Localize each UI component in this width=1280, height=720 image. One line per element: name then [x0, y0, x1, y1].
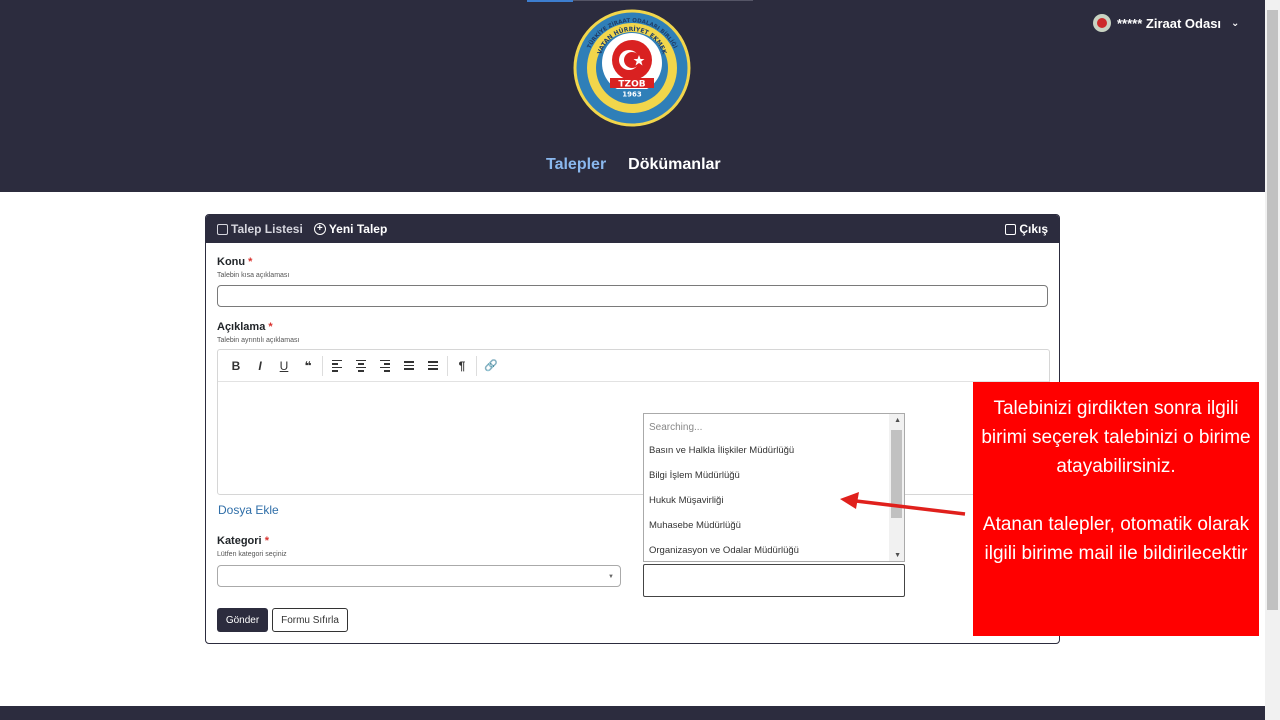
user-avatar	[1093, 14, 1111, 32]
attach-file-link[interactable]: Dosya Ekle	[218, 503, 279, 517]
list-item[interactable]: Basın ve Halkla İlişkiler Müdürlüğü	[644, 438, 890, 463]
required-mark: *	[248, 256, 253, 268]
description-hint: Talebin ayrıntılı açıklaması	[217, 337, 300, 344]
logo-year: 1963	[622, 91, 642, 99]
numbered-list-icon	[428, 361, 438, 370]
list-item[interactable]: Organizasyon ve Odalar Müdürlüğü	[644, 538, 890, 563]
description-label-text: Açıklama	[217, 321, 266, 333]
arrow-left-icon	[840, 492, 966, 516]
new-request-label: Yeni Talep	[328, 222, 388, 236]
required-mark: *	[264, 535, 269, 547]
align-left-icon	[332, 359, 342, 372]
align-right-button[interactable]	[373, 355, 397, 377]
subject-input[interactable]	[217, 285, 1048, 307]
caret-down-icon: ▼	[608, 574, 614, 580]
align-left-button[interactable]	[325, 355, 349, 377]
logout-link[interactable]: Çıkış	[1005, 222, 1048, 236]
align-center-button[interactable]	[349, 355, 373, 377]
request-form-card: Talep Listesi + Yeni Talep Çıkış Konu * …	[205, 214, 1060, 644]
description-label: Açıklama *	[217, 321, 273, 333]
rich-text-editor: B I U ❝ ¶ 🔗	[217, 349, 1050, 495]
chevron-down-icon: ⌄	[1231, 17, 1240, 29]
submit-button[interactable]: Gönder	[217, 608, 268, 632]
logo-code: TZOB	[618, 80, 645, 90]
plus-circle-icon: +	[313, 223, 326, 235]
subject-label-text: Konu	[217, 256, 246, 268]
bullet-list-icon	[404, 361, 414, 370]
instruction-callout: Talebinizi girdikten sonra ilgili birimi…	[973, 382, 1259, 636]
align-center-icon	[356, 359, 366, 372]
category-select[interactable]: ▼	[217, 565, 621, 587]
callout-text-1: Talebinizi girdikten sonra ilgili birimi…	[981, 398, 1251, 477]
tab-documents[interactable]: Dökümanlar	[628, 156, 720, 174]
paragraph-button[interactable]: ¶	[450, 355, 474, 377]
category-label: Kategori *	[217, 535, 269, 547]
card-header: Talep Listesi + Yeni Talep Çıkış	[206, 215, 1059, 243]
page-scroll-thumb[interactable]	[1267, 10, 1278, 610]
editor-toolbar: B I U ❝ ¶ 🔗	[218, 350, 1049, 382]
user-name: ***** Ziraat Odası	[1117, 15, 1222, 31]
italic-button[interactable]: I	[248, 355, 272, 377]
unit-search-input[interactable]: Searching...	[649, 422, 702, 433]
logout-icon	[1005, 223, 1017, 235]
align-right-icon	[380, 359, 390, 372]
site-footer	[0, 706, 1265, 720]
scroll-down-icon[interactable]: ▼	[894, 552, 901, 559]
logout-label: Çıkış	[1019, 222, 1048, 236]
underline-button[interactable]: U	[272, 355, 296, 377]
main-nav: Talepler Dökümanlar	[546, 156, 721, 174]
scroll-up-icon[interactable]: ▲	[894, 417, 901, 424]
list-icon	[217, 223, 228, 235]
callout-text-2: Atanan talepler, otomatik olarak ilgili …	[982, 514, 1250, 564]
numbered-list-button[interactable]	[421, 355, 445, 377]
user-menu[interactable]: ***** Ziraat Odası ⌄	[1093, 13, 1239, 33]
new-request-link[interactable]: + Yeni Talep	[313, 222, 388, 236]
subject-hint: Talebin kısa açıklaması	[217, 272, 290, 279]
required-mark: *	[268, 321, 273, 333]
quote-button[interactable]: ❝	[296, 355, 320, 377]
request-list-label: Talep Listesi	[231, 222, 303, 236]
tzob-logo[interactable]: TZOB 1963 TÜRKİYE ZİRAAT ODALARI BİRLİĞİ…	[572, 8, 692, 128]
subject-label: Konu *	[217, 256, 252, 268]
header-accent-bar	[527, 0, 573, 2]
category-label-text: Kategori	[217, 535, 262, 547]
tab-requests[interactable]: Talepler	[546, 156, 606, 174]
category-hint: Lütfen kategori seçiniz	[217, 551, 287, 558]
reset-form-button[interactable]: Formu Sıfırla	[272, 608, 348, 632]
list-item[interactable]: Bilgi İşlem Müdürlüğü	[644, 463, 890, 488]
unit-select[interactable]	[643, 564, 905, 597]
request-list-link[interactable]: Talep Listesi	[217, 222, 303, 236]
header-divider	[573, 0, 753, 1]
link-button[interactable]: 🔗	[479, 355, 503, 377]
bullet-list-button[interactable]	[397, 355, 421, 377]
unit-dropdown-list[interactable]: Searching... Basın ve Halkla İlişkiler M…	[643, 413, 905, 562]
bold-button[interactable]: B	[224, 355, 248, 377]
editor-content-area[interactable]	[218, 382, 1049, 494]
